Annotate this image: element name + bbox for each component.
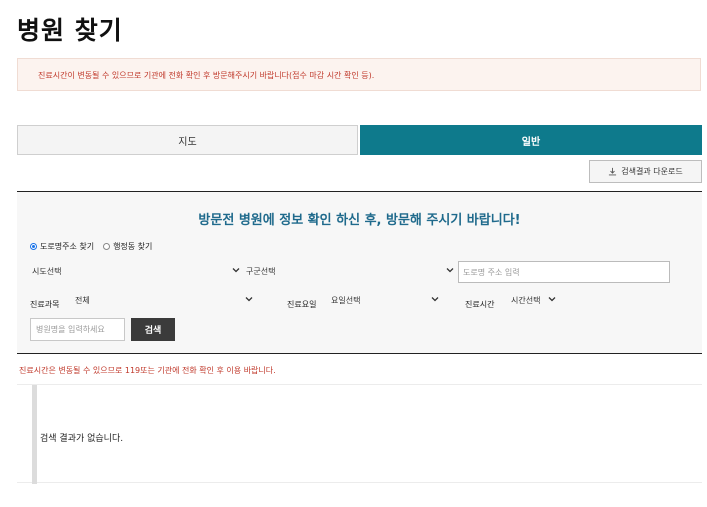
radio-button[interactable]: [103, 243, 111, 250]
radio-admin-dong[interactable]: 행정동 찾기: [103, 241, 152, 252]
day-select[interactable]: 요일선택: [329, 291, 442, 309]
day-select-value: 요일선택: [331, 295, 361, 305]
search-heading: 방문전 병원에 정보 확인 하신 후, 방문해 주시기 바랍니다!: [198, 213, 521, 228]
gugun-select-value: 구군선택: [246, 266, 276, 276]
results-area: 검색 결과가 없습니다.: [17, 384, 702, 484]
page-title: 병원 찾기: [17, 16, 123, 45]
time-select[interactable]: 시간선택: [509, 291, 559, 309]
results-divider: [32, 385, 37, 484]
tab-general[interactable]: 일반: [360, 125, 702, 155]
hospital-name-placeholder: 병원명을 입력하세요: [36, 325, 105, 334]
download-icon: [609, 167, 617, 176]
time-select-value: 시간선택: [511, 295, 541, 305]
dept-select[interactable]: 전체: [73, 291, 256, 309]
warning-text: 진료시간은 변동될 수 있으므로 119또는 기관에 전화 확인 후 이용 바랍…: [19, 366, 276, 375]
notice-box: 진료시간이 변동될 수 있으므로 기관에 전화 확인 후 방문해주시기 바랍니다…: [17, 58, 701, 91]
notice-text: 진료시간이 변동될 수 있으므로 기관에 전화 확인 후 방문해주시기 바랍니다…: [38, 71, 375, 80]
radio-button-checked[interactable]: [30, 243, 37, 250]
hospital-name-input[interactable]: 병원명을 입력하세요: [30, 318, 125, 341]
sido-select-value: 시도선택: [32, 266, 62, 276]
dept-label: 진료과목: [30, 300, 60, 309]
chevron-down-icon: [232, 268, 240, 273]
download-results-button[interactable]: 검색결과 다운로드: [589, 160, 702, 183]
search-panel: 방문전 병원에 정보 확인 하신 후, 방문해 주시기 바랍니다! 도로명주소 …: [17, 191, 702, 354]
download-label: 검색결과 다운로드: [621, 167, 683, 176]
road-address-placeholder: 도로명 주소 입력: [463, 267, 520, 277]
chevron-down-icon: [446, 268, 454, 273]
road-address-input[interactable]: 도로명 주소 입력: [458, 261, 670, 283]
chevron-down-icon: [548, 297, 556, 302]
chevron-down-icon: [431, 297, 439, 302]
address-type-radio-group: 도로명주소 찾기 행정동 찾기: [30, 241, 152, 252]
sido-select[interactable]: 시도선택: [30, 262, 243, 280]
time-label: 진료시간: [465, 300, 495, 309]
chevron-down-icon: [245, 297, 253, 302]
search-button[interactable]: 검색: [131, 318, 175, 341]
radio-label: 도로명주소 찾기: [40, 242, 95, 251]
tab-map[interactable]: 지도: [17, 125, 358, 155]
radio-road-address[interactable]: 도로명주소 찾기: [30, 241, 94, 252]
no-results-message: 검색 결과가 없습니다.: [40, 434, 124, 444]
day-label: 진료요일: [287, 300, 317, 309]
gugun-select[interactable]: 구군선택: [244, 262, 457, 280]
dept-select-value: 전체: [75, 295, 90, 305]
radio-label: 행정동 찾기: [113, 242, 153, 251]
